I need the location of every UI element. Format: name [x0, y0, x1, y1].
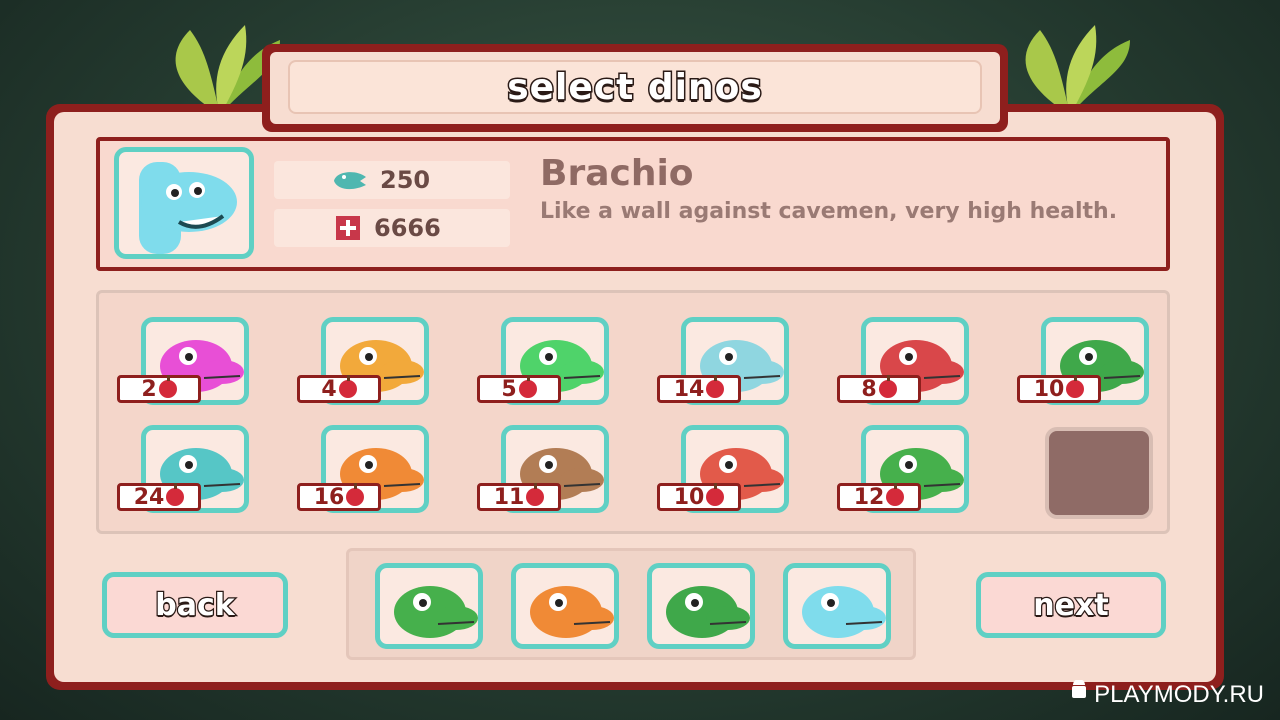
cost-value: 2: [141, 376, 157, 402]
team-selection: [346, 548, 916, 660]
dino-slot-red-blob[interactable]: 8: [837, 317, 969, 405]
blue-brachio-icon: [783, 563, 891, 649]
apple-icon: [518, 375, 537, 398]
dino-slot-orange-spiky[interactable]: 16: [297, 425, 429, 513]
apple-icon: [706, 483, 725, 506]
apple-icon: [166, 483, 185, 506]
dino-slot-eyeball[interactable]: 5: [477, 317, 609, 405]
apple-icon: [1066, 375, 1085, 398]
cost-badge: 14: [657, 375, 741, 403]
apple-icon: [878, 375, 897, 398]
apple-icon: [158, 375, 177, 398]
cost-value: 10: [1033, 376, 1065, 402]
cost-badge: 10: [657, 483, 741, 511]
dino-slot-brown-trex[interactable]: 11: [477, 425, 609, 513]
attack-value: 250: [380, 166, 431, 194]
cost-value: 12: [853, 484, 885, 510]
next-button[interactable]: next: [976, 572, 1166, 638]
page-title: select dinos: [506, 65, 764, 109]
team-slot-2[interactable]: [511, 563, 619, 649]
apple-icon: [886, 483, 905, 506]
cost-value: 5: [501, 376, 517, 402]
dino-name: Brachio: [540, 153, 694, 194]
title-bar: select dinos: [288, 60, 982, 114]
apple-icon: [706, 375, 725, 398]
team-slot-1[interactable]: [375, 563, 483, 649]
dino-slot-ptero[interactable]: 4: [297, 317, 429, 405]
apple-icon: [346, 483, 365, 506]
cost-value: 14: [673, 376, 705, 402]
brachio-icon: [139, 162, 237, 254]
orange-trex-icon: [511, 563, 619, 649]
green-croc-pink-icon: [375, 563, 483, 649]
dino-head-icon: [332, 168, 368, 192]
green-croc-team-icon: [647, 563, 755, 649]
cost-badge: 10: [1017, 375, 1101, 403]
empty-slot: [1045, 427, 1153, 519]
team-slot-4[interactable]: [783, 563, 891, 649]
cost-value: 11: [493, 484, 525, 510]
cost-badge: 16: [297, 483, 381, 511]
cost-badge: 11: [477, 483, 561, 511]
dino-description: Like a wall against cavemen, very high h…: [540, 199, 1118, 224]
team-slot-3[interactable]: [647, 563, 755, 649]
dino-slot-green-croc-2[interactable]: 12: [837, 425, 969, 513]
cost-badge: 5: [477, 375, 561, 403]
back-button[interactable]: back: [102, 572, 288, 638]
cost-badge: 24: [117, 483, 201, 511]
cost-value: 16: [313, 484, 345, 510]
cost-badge: 12: [837, 483, 921, 511]
health-value: 6666: [374, 214, 441, 242]
title-plate: select dinos: [262, 44, 1008, 132]
dino-slot-teal-brachio[interactable]: 24: [117, 425, 249, 513]
cost-value: 4: [321, 376, 337, 402]
watermark-text: PLAYMODY.RU: [1094, 680, 1264, 708]
cost-badge: 8: [837, 375, 921, 403]
android-icon: [1070, 679, 1088, 709]
health-cross-icon: [330, 216, 366, 240]
cost-value: 24: [133, 484, 165, 510]
health-stat: 6666: [274, 209, 510, 247]
dino-grid: 2 4 5 14 8 10 24 16 11 10 12: [96, 290, 1170, 534]
dino-slot-trike[interactable]: 14: [657, 317, 789, 405]
selected-dino-info: 250 6666 Brachio Like a wall against cav…: [96, 137, 1170, 271]
cost-value: 8: [861, 376, 877, 402]
dino-slot-green-croc[interactable]: 10: [1017, 317, 1149, 405]
dino-slot-spiky[interactable]: 2: [117, 317, 249, 405]
attack-stat: 250: [274, 161, 510, 199]
dino-slot-red-stego[interactable]: 10: [657, 425, 789, 513]
watermark: PLAYMODY.RU: [1070, 679, 1264, 709]
cost-badge: 4: [297, 375, 381, 403]
apple-icon: [338, 375, 357, 398]
apple-icon: [526, 483, 545, 506]
selected-dino-portrait: [114, 147, 254, 259]
cost-value: 10: [673, 484, 705, 510]
cost-badge: 2: [117, 375, 201, 403]
